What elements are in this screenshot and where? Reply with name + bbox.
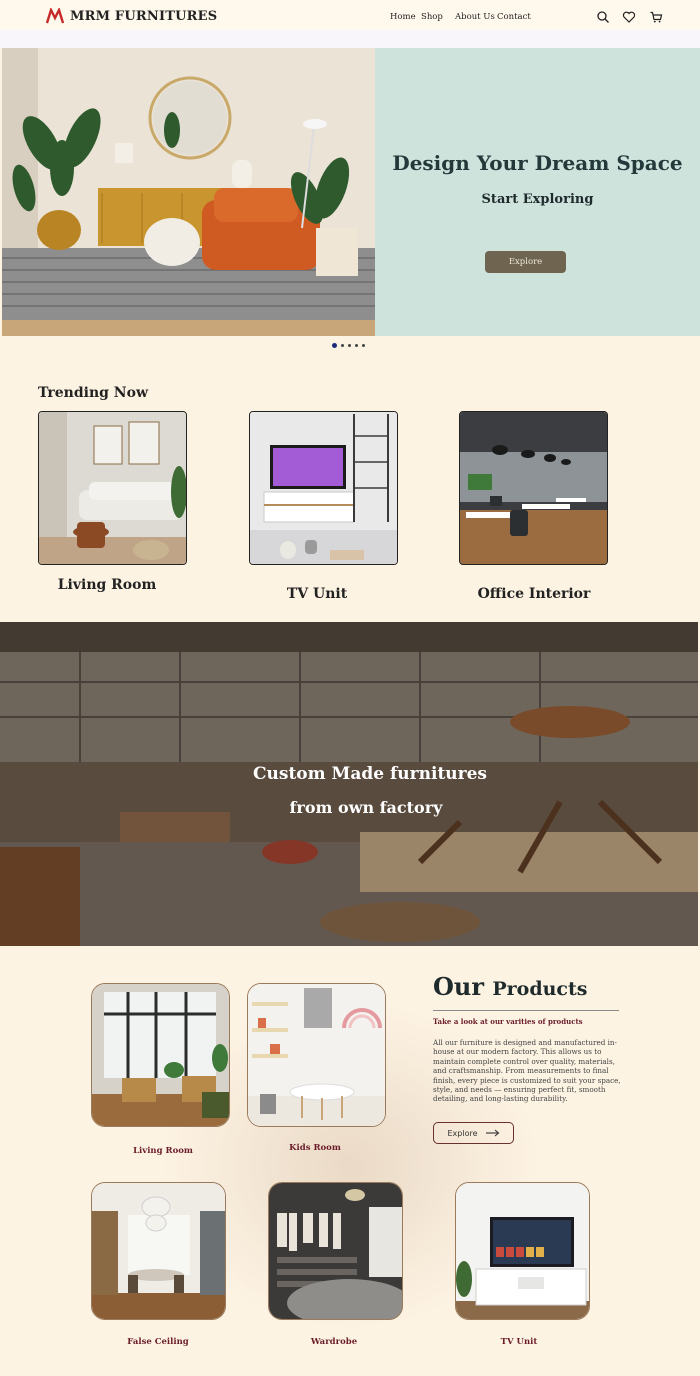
wardrobe-product-image [269, 1183, 402, 1319]
carousel-dot[interactable] [355, 344, 358, 347]
kids-room-product-image [248, 984, 385, 1126]
products-tagline: Take a look at our varities of products [433, 1017, 583, 1026]
product-label-tv-unit: TV Unit [500, 1337, 538, 1347]
product-label-kids-room: Kids Room [289, 1143, 341, 1153]
factory-interior-image [0, 622, 698, 946]
products-explore-label: Explore [447, 1128, 478, 1138]
carousel-dot[interactable] [341, 344, 344, 347]
nav-about[interactable]: About Us [455, 12, 495, 22]
trending-card-office-interior[interactable] [459, 411, 608, 565]
false-ceiling-product-image [92, 1183, 225, 1319]
products-heading: Our Products [433, 972, 587, 1001]
living-room-product-image [92, 984, 229, 1126]
nav-shop[interactable]: Shop [421, 12, 443, 22]
products-explore-button[interactable]: Explore [433, 1122, 514, 1144]
heart-icon[interactable] [622, 10, 636, 24]
product-label-false-ceiling: False Ceiling [127, 1337, 189, 1347]
cart-icon[interactable] [649, 10, 663, 24]
trending-label-office-interior: Office Interior [477, 586, 591, 602]
tv-unit-product-image [456, 1183, 589, 1319]
living-room-thumbnail [39, 412, 186, 564]
product-card-false-ceiling[interactable] [91, 1182, 226, 1320]
office-interior-thumbnail [460, 412, 607, 564]
nav-home[interactable]: Home [390, 12, 416, 22]
search-icon[interactable] [596, 10, 610, 24]
nav-contact[interactable]: Contact [497, 12, 531, 22]
carousel-dot[interactable] [362, 344, 365, 347]
carousel-dot[interactable] [348, 344, 351, 347]
hero-carousel: Design Your Dream Space Start Exploring … [2, 48, 700, 336]
carousel-dot[interactable] [332, 343, 337, 348]
brand-name: MRM FURNITURES [70, 8, 218, 24]
product-label-living-room: Living Room [133, 1146, 193, 1156]
factory-title: Custom Made furnitures [252, 764, 487, 784]
product-card-living-room[interactable] [91, 983, 230, 1127]
product-card-tv-unit[interactable] [455, 1182, 590, 1320]
factory-banner [0, 622, 698, 946]
hero-image [2, 48, 375, 336]
hero-title: Design Your Dream Space [392, 151, 683, 175]
trending-label-living-room: Living Room [57, 577, 157, 593]
brand-logo[interactable]: MRM FURNITURES [46, 8, 217, 24]
product-label-wardrobe: Wardrobe [310, 1337, 358, 1347]
hero-subtitle: Start Exploring [481, 192, 594, 207]
arrow-right-icon [485, 1129, 499, 1137]
products-divider [433, 1010, 619, 1011]
factory-subtitle: from own factory [289, 798, 443, 817]
trending-card-tv-unit[interactable] [249, 411, 398, 565]
living-room-illustration [2, 48, 375, 336]
header-divider-strip [0, 30, 700, 48]
carousel-indicators [332, 343, 365, 348]
products-heading-big: Our [433, 972, 484, 1001]
product-card-wardrobe[interactable] [268, 1182, 403, 1320]
tv-unit-thumbnail [250, 412, 397, 564]
hero-panel: Design Your Dream Space Start Exploring … [375, 48, 700, 336]
trending-label-tv-unit: TV Unit [286, 586, 348, 602]
trending-card-living-room[interactable] [38, 411, 187, 565]
logo-mark-icon [46, 8, 64, 24]
trending-title: Trending Now [38, 385, 148, 401]
product-card-kids-room[interactable] [247, 983, 386, 1127]
products-description: All our furniture is designed and manufa… [433, 1038, 621, 1104]
products-heading-rest: Products [492, 978, 588, 1000]
hero-explore-button[interactable]: Explore [485, 251, 566, 273]
